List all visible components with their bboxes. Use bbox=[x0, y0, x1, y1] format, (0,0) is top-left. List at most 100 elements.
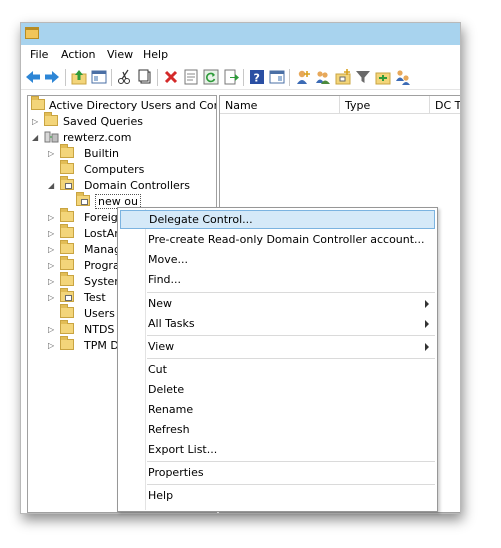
menu-help[interactable]: Help bbox=[143, 48, 168, 61]
console-icon[interactable] bbox=[269, 69, 285, 85]
snapin-root-icon bbox=[31, 96, 45, 110]
tree-item-label: Domain Controllers bbox=[84, 179, 191, 192]
menu-item-label: Find... bbox=[148, 273, 182, 286]
expand-arrow-icon[interactable]: ▷ bbox=[48, 149, 56, 158]
expand-arrow-icon[interactable]: ▷ bbox=[48, 229, 56, 238]
expand-arrow-icon[interactable]: ▷ bbox=[48, 341, 56, 350]
collapse-arrow-icon[interactable]: ◢ bbox=[32, 133, 40, 142]
folder-icon bbox=[44, 112, 58, 126]
folder-icon bbox=[60, 320, 74, 334]
folder-icon bbox=[60, 160, 74, 174]
menu-item-properties[interactable]: Properties bbox=[120, 463, 435, 482]
folder-icon bbox=[60, 336, 74, 350]
menu-item-label: Properties bbox=[148, 466, 204, 479]
menu-item-label: Cut bbox=[148, 363, 167, 376]
submenu-arrow-icon bbox=[425, 320, 429, 328]
expand-arrow-icon[interactable]: ▷ bbox=[32, 117, 40, 126]
submenu-arrow-icon bbox=[425, 300, 429, 308]
menu-item-delete[interactable]: Delete bbox=[120, 380, 435, 399]
expand-arrow-icon[interactable]: ▷ bbox=[48, 261, 56, 270]
menu-item-all-tasks[interactable]: All Tasks bbox=[120, 314, 435, 333]
toolbar-separator bbox=[289, 69, 290, 86]
folder-icon bbox=[60, 304, 74, 318]
submenu-arrow-icon bbox=[425, 343, 429, 351]
tree-item-label: Saved Queries bbox=[63, 115, 143, 128]
column-header-name[interactable]: Name bbox=[220, 96, 340, 114]
properties-icon[interactable] bbox=[183, 69, 199, 85]
folder-icon bbox=[60, 256, 74, 270]
tree-item-label: Active Directory Users and Comput bbox=[49, 99, 216, 112]
menu-item-rename[interactable]: Rename bbox=[120, 400, 435, 419]
toolbar-separator bbox=[111, 69, 112, 86]
menu-item-delegate-control[interactable]: Delegate Control... bbox=[120, 210, 435, 229]
new-ou-icon[interactable] bbox=[335, 69, 351, 85]
delete-icon[interactable] bbox=[163, 69, 179, 85]
domain-icon bbox=[44, 131, 59, 143]
menu-item-label: Refresh bbox=[148, 423, 190, 436]
toolbar-separator bbox=[65, 69, 66, 86]
menu-item-label: New bbox=[148, 297, 172, 310]
menu-item-export-list[interactable]: Export List... bbox=[120, 440, 435, 459]
menu-item-help[interactable]: Help bbox=[120, 486, 435, 505]
menu-item-move[interactable]: Move... bbox=[120, 250, 435, 269]
menu-item-label: Delegate Control... bbox=[149, 213, 253, 226]
menu-separator bbox=[147, 292, 435, 293]
help-icon[interactable]: ? bbox=[249, 69, 265, 85]
menu-item-label: Move... bbox=[148, 253, 188, 266]
menu-item-refresh[interactable]: Refresh bbox=[120, 420, 435, 439]
menu-item-label: Delete bbox=[148, 383, 185, 396]
column-header-type[interactable]: Type bbox=[340, 96, 430, 114]
delegate-users-icon[interactable] bbox=[395, 69, 411, 85]
collapse-arrow-icon[interactable]: ◢ bbox=[48, 181, 56, 190]
menu-item-label: Rename bbox=[148, 403, 194, 416]
menu-item-new[interactable]: New bbox=[120, 294, 435, 313]
folder-icon bbox=[60, 240, 74, 254]
tree-item-label: Computers bbox=[84, 163, 145, 176]
menu-action[interactable]: Action bbox=[61, 48, 95, 61]
folder-icon bbox=[60, 224, 74, 238]
expand-arrow-icon[interactable]: ▷ bbox=[48, 293, 56, 302]
new-user-icon[interactable] bbox=[295, 69, 311, 85]
add-to-group-icon[interactable] bbox=[375, 69, 391, 85]
menu-item-view[interactable]: View bbox=[120, 337, 435, 356]
refresh-icon[interactable] bbox=[203, 69, 219, 85]
folder-icon bbox=[60, 272, 74, 286]
menu-item-label: Help bbox=[148, 489, 174, 502]
menu-item-label: All Tasks bbox=[148, 317, 195, 330]
up-folder-icon[interactable] bbox=[71, 69, 87, 85]
ou-folder-icon bbox=[76, 192, 90, 206]
menu-item-label: Export List... bbox=[148, 443, 218, 456]
ou-folder-icon bbox=[60, 288, 74, 302]
menu-separator bbox=[147, 484, 435, 485]
menu-view[interactable]: View bbox=[107, 48, 133, 61]
toolbar-separator bbox=[243, 69, 244, 86]
show-hide-tree-icon[interactable] bbox=[91, 69, 107, 85]
cut-icon[interactable] bbox=[117, 69, 133, 85]
menu-item-find[interactable]: Find... bbox=[120, 270, 435, 289]
tree-item-label: Test bbox=[84, 291, 106, 304]
menu-item-cut[interactable]: Cut bbox=[120, 360, 435, 379]
menu-file[interactable]: File bbox=[30, 48, 48, 61]
column-header-dc-type[interactable]: DC T bbox=[430, 96, 460, 114]
toolbar-separator bbox=[157, 69, 158, 86]
menu-separator bbox=[147, 335, 435, 336]
toolbar: ? bbox=[21, 64, 460, 90]
menu-separator bbox=[147, 461, 435, 462]
tree-item-label: Builtin bbox=[84, 147, 119, 160]
expand-arrow-icon[interactable]: ▷ bbox=[48, 325, 56, 334]
expand-arrow-icon[interactable]: ▷ bbox=[48, 245, 56, 254]
menu-bar: File Action View Help bbox=[21, 45, 460, 64]
forward-arrow-icon[interactable] bbox=[44, 69, 60, 85]
expand-arrow-icon[interactable]: ▷ bbox=[48, 277, 56, 286]
back-arrow-icon[interactable] bbox=[25, 69, 41, 85]
title-bar[interactable] bbox=[21, 23, 460, 45]
new-group-icon[interactable] bbox=[315, 69, 331, 85]
expand-arrow-icon[interactable]: ▷ bbox=[48, 213, 56, 222]
menu-item-pre-create-rodc[interactable]: Pre-create Read-only Domain Controller a… bbox=[120, 230, 435, 249]
ou-folder-icon bbox=[60, 176, 74, 190]
folder-icon bbox=[60, 144, 74, 158]
copy-icon[interactable] bbox=[137, 69, 153, 85]
filter-icon[interactable] bbox=[355, 69, 371, 85]
svg-text:?: ? bbox=[254, 72, 260, 85]
export-list-icon[interactable] bbox=[223, 69, 239, 85]
